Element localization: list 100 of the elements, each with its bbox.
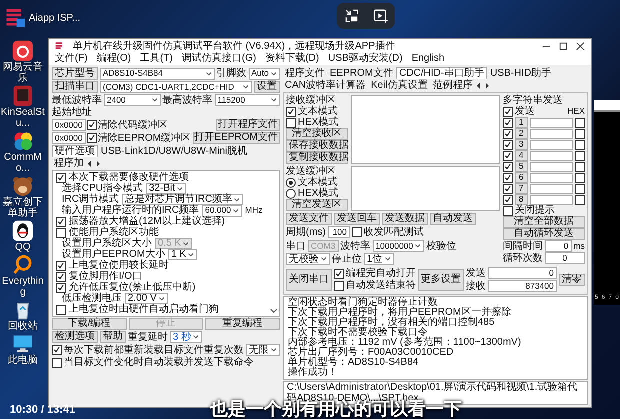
tab[interactable]: CDC/HID-串口助手	[396, 67, 488, 79]
baud-dropdown[interactable]: 10000000	[372, 240, 424, 252]
checkbox[interactable]	[56, 272, 66, 282]
send-action-button[interactable]: 发送文件	[286, 213, 332, 225]
checkbox[interactable]	[503, 184, 513, 194]
menu-item[interactable]: English	[412, 53, 445, 64]
checkbox[interactable]	[334, 280, 344, 290]
send-action-button[interactable]: 发送回车	[334, 213, 380, 225]
petals-app-icon[interactable]	[12, 130, 34, 152]
send-number-button[interactable]: 5	[515, 161, 528, 172]
menu-item[interactable]: 文件(F)	[55, 53, 88, 64]
tab[interactable]: USB-HID助手	[488, 68, 554, 78]
string-field[interactable]	[530, 172, 573, 182]
tab[interactable]: USB-Link1D/U8W/U8W-Mini脱机	[99, 146, 250, 156]
send-number-button[interactable]: 8	[515, 194, 528, 205]
radio-button[interactable]	[286, 188, 296, 198]
checkbox[interactable]	[56, 216, 66, 226]
checkbox[interactable]	[503, 140, 513, 150]
option-dropdown[interactable]: 32-Bit	[146, 183, 186, 194]
checkbox[interactable]	[575, 118, 585, 128]
option-dropdown[interactable]: 1 K	[168, 249, 198, 260]
checkbox[interactable]	[575, 140, 585, 150]
play-sparkle-icon[interactable]	[372, 8, 388, 24]
magnifier-app-icon[interactable]	[12, 254, 34, 276]
close-port-button[interactable]: 关闭串口	[286, 268, 332, 290]
action-button[interactable]: 帮助	[100, 331, 126, 343]
checkbox[interactable]	[334, 268, 344, 278]
more-settings-button[interactable]: 更多设置	[418, 268, 464, 290]
checkbox[interactable]	[286, 106, 296, 116]
checkbox[interactable]	[86, 120, 97, 130]
checkbox[interactable]	[352, 227, 362, 237]
parity-dropdown[interactable]: 无校验	[286, 253, 330, 265]
checkbox[interactable]	[56, 228, 66, 238]
send-number-button[interactable]: 6	[515, 172, 528, 183]
checkbox[interactable]	[503, 128, 513, 138]
maximize-icon[interactable]	[559, 42, 568, 50]
exit-fullscreen-icon[interactable]	[344, 8, 360, 24]
checkbox[interactable]	[503, 162, 513, 172]
action-button[interactable]: 检测选项	[52, 331, 98, 343]
checkbox[interactable]	[503, 206, 513, 216]
string-field[interactable]	[530, 184, 573, 194]
string-field[interactable]	[530, 150, 573, 160]
checkbox[interactable]	[86, 133, 97, 143]
tile-app-icon[interactable]	[12, 85, 34, 107]
clear-button[interactable]: 清零	[559, 274, 585, 286]
checkbox[interactable]	[575, 184, 585, 194]
menu-item[interactable]: 编程(O)	[96, 53, 132, 64]
frequency-dropdown[interactable]: 60.000	[202, 204, 242, 216]
string-field[interactable]	[530, 194, 573, 204]
checkbox[interactable]	[503, 118, 513, 128]
settings-button[interactable]: 设置	[254, 81, 280, 93]
ring-app-icon[interactable]	[12, 40, 34, 62]
checkbox[interactable]	[56, 172, 66, 182]
checkbox[interactable]	[56, 260, 66, 270]
penguin-app-icon[interactable]	[12, 220, 34, 242]
max-baud-dropdown[interactable]: 115200	[214, 94, 280, 106]
checkbox[interactable]	[575, 162, 585, 172]
string-field[interactable]	[530, 118, 573, 128]
port-dropdown[interactable]: (COM3) CDC1-UART1,2CDC+HID	[100, 81, 252, 93]
scroll-arrows-icon[interactable]	[87, 160, 101, 168]
interval-field[interactable]: 0	[545, 240, 572, 252]
stop-bits-dropdown[interactable]: 1位	[364, 253, 394, 265]
string-field[interactable]	[530, 128, 573, 138]
tab[interactable]: 程序文件	[283, 68, 327, 78]
close-icon[interactable]	[576, 42, 585, 50]
checkbox[interactable]	[286, 118, 296, 128]
checkbox[interactable]	[575, 128, 585, 138]
menu-item[interactable]: USB驱动安装(D)	[328, 53, 403, 64]
address-field[interactable]: 0x0000	[52, 132, 86, 144]
receive-button[interactable]: 清空接收区	[286, 128, 348, 140]
repeat-delay-dropdown[interactable]: 3 秒	[170, 331, 202, 343]
chip-dropdown[interactable]: AD8S10-S4B84	[100, 68, 214, 80]
checkbox[interactable]	[575, 194, 585, 204]
checkbox[interactable]	[503, 150, 513, 160]
checkbox[interactable]	[575, 150, 585, 160]
tab[interactable]: Keil仿真设置	[369, 80, 430, 91]
scan-port-button[interactable]: 扫描串口	[52, 81, 98, 93]
string-field[interactable]	[530, 162, 573, 172]
receive-button[interactable]: 保存接收数据	[286, 140, 348, 152]
monitor-icon[interactable]	[12, 333, 34, 355]
multi-send-button[interactable]: 清空全部数据	[503, 216, 585, 228]
send-number-button[interactable]: 3	[515, 139, 528, 150]
bear-app-icon[interactable]	[12, 175, 34, 197]
tab[interactable]: CAN波特率计算器	[283, 80, 368, 91]
open-file-button[interactable]: 打开程序文件	[216, 119, 280, 131]
receive-button[interactable]: 复制接收数据	[286, 152, 348, 164]
stripes-app-icon[interactable]	[4, 7, 26, 29]
checkbox[interactable]	[56, 282, 66, 292]
menu-item[interactable]: 资料下载(D)	[265, 53, 320, 64]
loop-count-field[interactable]: 0	[545, 252, 585, 264]
menu-item[interactable]: 工具(T)	[140, 53, 174, 64]
checkbox[interactable]	[52, 358, 62, 368]
send-action-button[interactable]: 发送数据	[382, 213, 428, 225]
repeat-count-dropdown[interactable]: 无限	[246, 344, 280, 356]
scroll-down-icon[interactable]	[270, 307, 278, 315]
period-field[interactable]: 100	[328, 226, 350, 238]
min-baud-dropdown[interactable]: 2400	[104, 94, 161, 106]
action-button[interactable]: 下载/编程	[52, 318, 127, 330]
checkbox[interactable]	[503, 194, 513, 204]
send-action-button[interactable]: 自动发送	[430, 213, 476, 225]
